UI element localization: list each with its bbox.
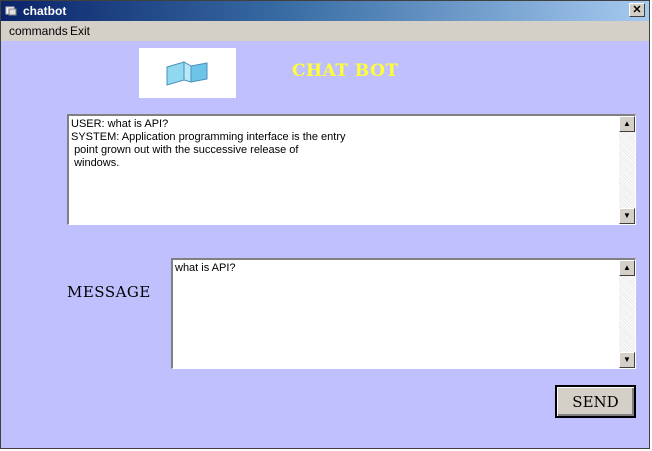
conversation-display[interactable]: USER: what is API? SYSTEM: Application p… (67, 114, 636, 225)
menu-commands[interactable]: commands (9, 24, 68, 38)
scroll-up-icon[interactable]: ▲ (619, 116, 635, 132)
menu-bar: commands Exit (1, 21, 649, 41)
message-label: MESSAGE (67, 283, 151, 301)
message-input[interactable]: what is API? ▲ ▼ (171, 258, 636, 369)
conversation-text: USER: what is API? SYSTEM: Application p… (71, 118, 346, 169)
window-title: chatbot (23, 4, 67, 18)
message-input-text: what is API? (175, 262, 236, 274)
close-button[interactable]: ✕ (629, 3, 645, 17)
app-icon (5, 6, 17, 16)
chatbot-window: chatbot ✕ commands Exit CHAT BOT USER: w… (0, 0, 650, 449)
scroll-down-icon[interactable]: ▼ (619, 208, 635, 224)
scroll-down-icon[interactable]: ▼ (619, 352, 635, 368)
title-bar[interactable]: chatbot ✕ (1, 1, 649, 21)
page-title: CHAT BOT (292, 61, 399, 81)
conversation-scrollbar[interactable]: ▲ ▼ (619, 116, 635, 224)
send-button[interactable]: SEND (555, 385, 636, 418)
logo-image (139, 48, 236, 98)
menu-exit[interactable]: Exit (70, 24, 90, 38)
message-scrollbar[interactable]: ▲ ▼ (619, 260, 635, 368)
chat-bubbles-icon (166, 61, 208, 86)
scroll-up-icon[interactable]: ▲ (619, 260, 635, 276)
client-area: CHAT BOT USER: what is API? SYSTEM: Appl… (1, 41, 649, 448)
